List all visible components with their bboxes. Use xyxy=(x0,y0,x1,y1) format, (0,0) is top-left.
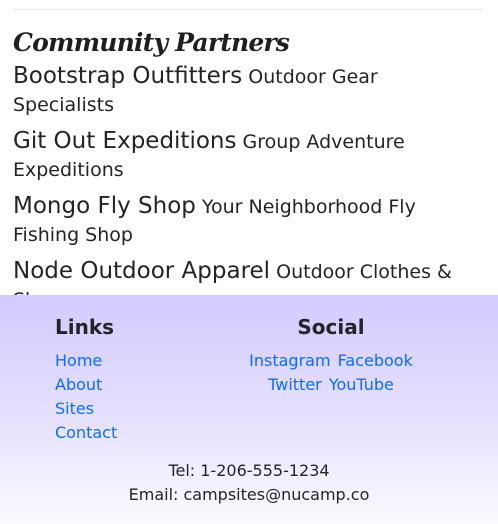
footer-links-list: Home About Sites Contact xyxy=(55,349,175,445)
social-link-twitter[interactable]: Twitter xyxy=(268,375,322,394)
footer-link-contact[interactable]: Contact xyxy=(55,423,117,442)
social-links: Instagram Facebook Twitter YouTube xyxy=(220,349,442,397)
list-item: Contact xyxy=(55,421,175,445)
list-item: About xyxy=(55,373,175,397)
list-item: Home xyxy=(55,349,175,373)
email-address: Email: campsites@nucamp.co xyxy=(128,485,370,504)
footer-link-about[interactable]: About xyxy=(55,375,102,394)
links-heading: Links xyxy=(55,315,115,339)
list-item: Sites xyxy=(55,397,175,421)
social-heading: Social xyxy=(297,315,365,339)
partner-name: Node Outdoor Apparel xyxy=(13,258,271,284)
footer-link-home[interactable]: Home xyxy=(55,351,102,370)
partner-name: Mongo Fly Shop xyxy=(13,193,196,219)
partner-name: Git Out Expeditions xyxy=(13,128,237,154)
footer-social-column: Social Instagram Facebook Twitter YouTub… xyxy=(220,315,442,397)
contact-info: Tel: 1-206-555-1234 Email: campsites@nuc… xyxy=(0,459,498,507)
partners-heading: Community Partners xyxy=(13,28,290,57)
partner-name: Bootstrap Outfitters xyxy=(13,63,243,89)
community-partners-section: Community Partners Bootstrap Outfitters … xyxy=(13,26,483,314)
footer-link-sites[interactable]: Sites xyxy=(55,399,94,418)
partner-item: Mongo Fly Shop Your Neighborhood Fly Fis… xyxy=(13,192,483,249)
section-divider xyxy=(13,9,483,10)
social-link-youtube[interactable]: YouTube xyxy=(329,375,394,394)
social-link-instagram[interactable]: Instagram xyxy=(249,351,330,370)
phone-number: Tel: 1-206-555-1234 xyxy=(168,461,330,480)
partner-item: Git Out Expeditions Group Adventure Expe… xyxy=(13,127,483,184)
social-link-facebook[interactable]: Facebook xyxy=(338,351,413,370)
partner-item: Bootstrap Outfitters Outdoor Gear Specia… xyxy=(13,62,483,119)
site-footer: Links Home About Sites Contact Social In… xyxy=(0,295,498,524)
footer-links-column: Links Home About Sites Contact xyxy=(55,315,175,445)
